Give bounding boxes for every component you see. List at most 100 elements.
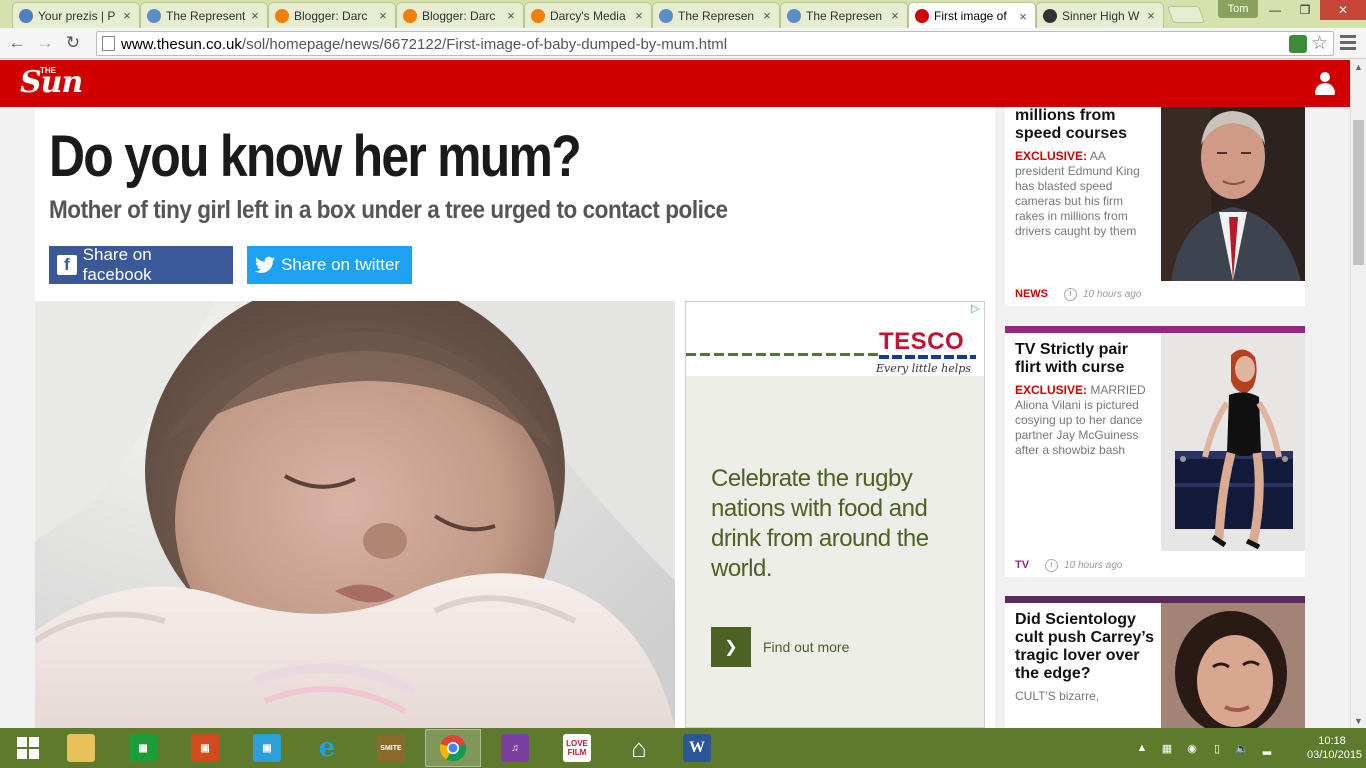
maximize-icon[interactable]: ❐ [1290,0,1320,20]
address-bar[interactable]: www.thesun.co.uk/sol/homepage/news/66721… [96,31,1334,56]
internet-explorer-button[interactable]: e [299,729,355,767]
story-card-speed-courses[interactable]: millions from speed courses EXCLUSIVE: A… [1005,107,1305,306]
tab-close-icon[interactable]: × [1017,9,1029,24]
tab-close-icon[interactable]: × [1145,8,1157,23]
clock-icon [1045,558,1059,572]
browser-tab[interactable]: Sinner High W × [1036,2,1164,28]
story-summary: EXCLUSIVE: MARRIED Aliona Vilani is pict… [1015,383,1155,458]
tesco-underline [879,355,976,359]
chevron-up-icon[interactable]: ▲ [1135,741,1149,755]
network-icon[interactable]: ▂ [1260,741,1274,755]
folder-icon [67,734,95,762]
article-headline: Do you know her mum? [49,124,582,189]
story-text: Did Scientology cult push Carrey’s tragi… [1015,611,1155,704]
browser-tab[interactable]: The Represen × [652,2,780,28]
related-stories-sidebar: millions from speed courses EXCLUSIVE: A… [1005,107,1305,728]
scroll-down-icon[interactable]: ▼ [1354,716,1363,726]
article: Do you know her mum? Mother of tiny girl… [35,107,995,728]
volume-icon[interactable]: 🔈 [1235,741,1249,755]
browser-tab[interactable]: Blogger: Darc × [396,2,524,28]
story-card-scientology[interactable]: Did Scientology cult push Carrey’s tragi… [1005,596,1305,728]
scroll-up-icon[interactable]: ▲ [1354,62,1363,72]
word-button[interactable]: W [669,729,725,767]
story-title[interactable]: millions from speed courses [1015,107,1155,143]
browser-tab[interactable]: The Represen × [780,2,908,28]
security-icon[interactable]: ◉ [1185,741,1199,755]
story-summary: EXCLUSIVE: AA president Edmund King has … [1015,149,1155,239]
tab-close-icon[interactable]: × [249,8,261,23]
media-icon: ♫ [501,734,529,762]
start-button[interactable] [0,729,56,767]
taskbar-clock[interactable]: 10:18 03/10/2015 [1307,734,1362,762]
smite-button[interactable]: SMITE [363,729,419,767]
user-account-icon[interactable] [1314,72,1336,96]
section-label[interactable]: TV [1015,559,1029,571]
smite-icon: SMITE [377,734,405,762]
story-meta: NEWS 10 hours ago [1015,287,1141,301]
store-button[interactable]: ▦ [115,729,171,767]
article-photo[interactable] [35,301,675,728]
lovefilm-button[interactable]: LOVE FILM [549,729,605,767]
media-app-button[interactable]: ♫ [487,729,543,767]
browser-tab[interactable]: Blogger: Darc × [268,2,396,28]
tab-close-icon[interactable]: × [121,8,133,23]
browser-tab[interactable]: First image of × [908,2,1036,29]
tab-close-icon[interactable]: × [761,8,773,23]
story-image-aliona-vilani[interactable] [1161,333,1305,551]
battery-icon[interactable]: ▯ [1210,741,1224,755]
chevron-right-icon: ❯ [711,627,751,667]
section-label[interactable]: NEWS [1015,288,1048,300]
windows-flag-icon[interactable]: ▦ [1160,741,1174,755]
tesco-tagline: Every little helps [876,362,971,375]
url-text[interactable]: www.thesun.co.uk/sol/homepage/news/66721… [121,36,727,53]
chrome-icon [439,735,467,762]
tab-close-icon[interactable]: × [633,8,645,23]
minimize-icon[interactable]: — [1260,0,1290,20]
site-header: THE Sun [0,60,1350,107]
forward-icon[interactable]: → [34,32,56,54]
shopping-bag-icon: ▣ [253,734,281,762]
shopping-button[interactable]: ▣ [239,729,295,767]
scroll-thumb[interactable] [1353,120,1364,265]
ad-find-out-more-button[interactable]: ❯ Find out more [711,627,849,667]
browser-tab[interactable]: The Represent × [140,2,268,28]
story-title[interactable]: Did Scientology cult push Carrey’s tragi… [1015,611,1155,683]
home-app-button[interactable]: ⌂ [611,729,667,767]
article-subheadline: Mother of tiny girl left in a box under … [49,196,728,224]
clock-icon [1064,287,1077,301]
close-window-icon[interactable]: ✕ [1320,0,1366,20]
globe-icon [659,8,673,23]
tab-close-icon[interactable]: × [889,8,901,23]
tab-close-icon[interactable]: × [505,8,517,23]
page-scrollbar[interactable]: ▲ ▼ [1350,60,1366,728]
browser-tab[interactable]: Darcy's Media × [524,2,652,28]
chrome-menu-icon[interactable] [1340,33,1356,53]
share-facebook-button[interactable]: f Share on facebook [49,245,233,284]
back-icon[interactable]: ← [6,32,28,54]
extension-icon[interactable] [1289,35,1307,53]
story-text: millions from speed courses EXCLUSIVE: A… [1015,107,1155,239]
story-image-scientology[interactable] [1161,603,1305,728]
clock-time: 10:18 [1318,735,1346,747]
prezi-icon [19,8,33,23]
story-card-strictly-pair[interactable]: TV Strictly pair flirt with curse EXCLUS… [1005,326,1305,577]
new-tab-button[interactable] [1166,6,1206,23]
chrome-button[interactable] [425,729,481,767]
story-title[interactable]: TV Strictly pair flirt with curse [1015,341,1155,377]
browser-tab[interactable]: Your prezis | P × [12,2,140,28]
twitter-icon [255,255,275,275]
tesco-logo: TESCO [879,328,965,355]
bookmark-star-icon[interactable]: ☆ [1311,32,1328,55]
photos-button[interactable]: ▣ [177,729,233,767]
profile-button[interactable]: Tom [1218,0,1258,18]
story-image-edmund-king[interactable] [1161,107,1305,281]
tab-close-icon[interactable]: × [377,8,389,23]
share-twitter-button[interactable]: Share on twitter [247,246,412,284]
site-logo[interactable]: Sun [20,66,83,100]
advertisement[interactable]: ▷ TESCO Every little helps Celebrate the… [685,301,985,728]
story-meta: TV 10 hours ago [1015,558,1122,572]
blogger-icon [275,8,289,23]
adchoices-icon[interactable]: ▷ [969,303,982,316]
file-explorer-button[interactable] [53,729,109,767]
reload-icon[interactable]: ↻ [62,32,84,54]
